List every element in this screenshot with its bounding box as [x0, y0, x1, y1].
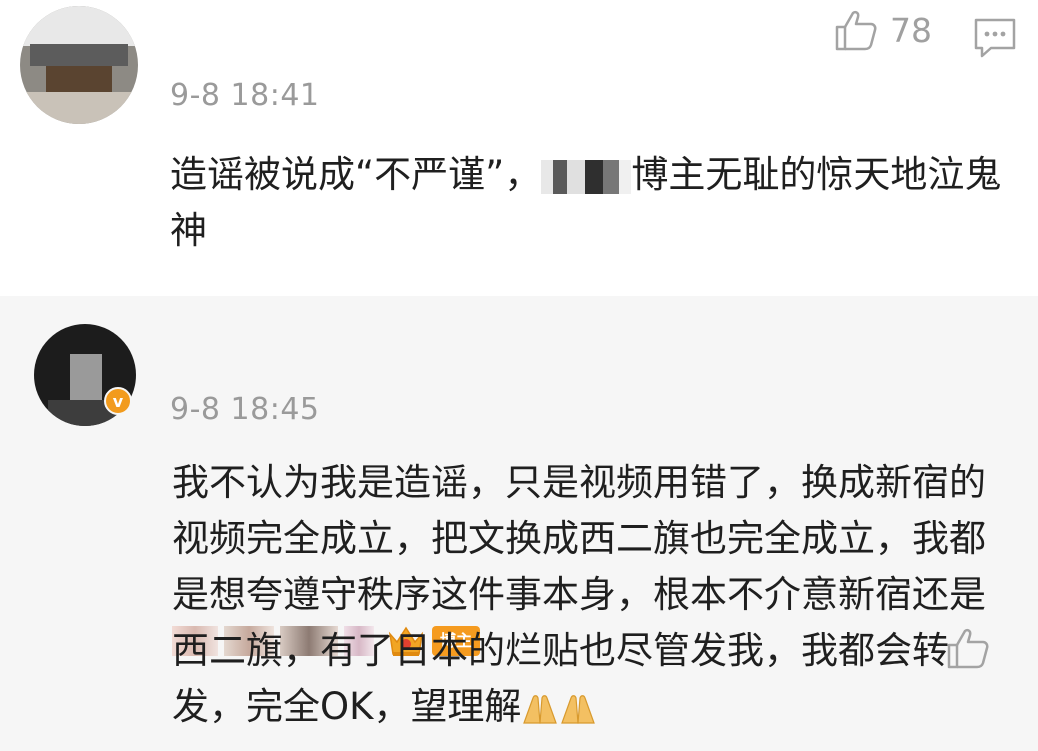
comment-timestamp: 9-8 18:45 [170, 392, 320, 427]
comment-bubble-icon [974, 18, 1016, 58]
comment-2: v 博主 9-8 18:45 我不认为我是造谣，只是视频用错了，换成新宿的视频完… [0, 296, 1038, 751]
reply-text: 我不认为我是造谣，只是视频用错了，换成新宿的视频完全成立，把文换成西二旗也完全成… [172, 461, 986, 728]
praying-hands-emoji [523, 694, 558, 724]
comment-1: 9-8 18:41 78 造谣被说成“不严谨”， 博主无耻的惊天地泣鬼神 [0, 0, 1038, 296]
like-button[interactable]: 78 [834, 8, 932, 52]
comment-text: 我不认为我是造谣，只是视频用错了，换成新宿的视频完全成立，把文换成西二旗也完全成… [172, 455, 1012, 735]
redacted-name [541, 159, 632, 194]
praying-hands-emoji [561, 694, 596, 724]
avatar[interactable] [20, 6, 138, 124]
thumbs-up-icon [835, 10, 877, 51]
comment-text-part-1: 造谣被说成“不严谨”， [170, 153, 542, 196]
like-count: 78 [890, 10, 932, 50]
comment-timestamp: 9-8 18:41 [170, 78, 320, 113]
reply-button[interactable] [972, 16, 1018, 64]
verified-badge: v [104, 387, 132, 415]
comment-text: 造谣被说成“不严谨”， 博主无耻的惊天地泣鬼神 [170, 147, 1030, 259]
